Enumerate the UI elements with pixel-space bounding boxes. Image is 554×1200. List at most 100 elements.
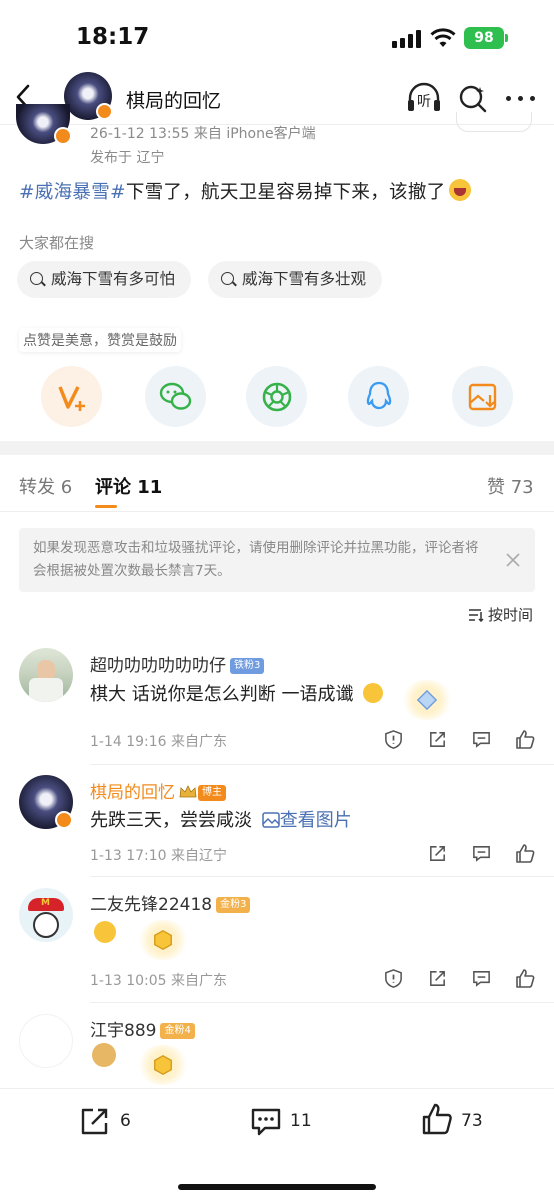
battery-indicator: 98 (464, 27, 504, 49)
tab-repost[interactable]: 转发 6 (19, 473, 72, 499)
repost-icon[interactable] (427, 968, 448, 989)
wechat-icon (159, 382, 192, 410)
comment-author[interactable]: 二友先锋22418 金粉3 (90, 890, 251, 915)
tabs-divider (0, 511, 554, 512)
share-tip: 点赞是美意，赞赏是鼓励 (19, 328, 181, 352)
listen-label: 听 (417, 94, 431, 110)
verified-badge-icon (55, 811, 73, 829)
comment-author[interactable]: 棋局的回忆 博主 (90, 778, 226, 803)
doge-emoji-icon (92, 1043, 116, 1067)
search-ai-icon[interactable] (458, 83, 488, 113)
post-location: 发布于 辽宁 (90, 150, 165, 166)
like-icon (422, 1103, 452, 1135)
more-menu-icon[interactable] (506, 96, 538, 102)
comment-meta: 1-14 19:16 来自广东 (90, 734, 228, 750)
verified-badge-icon (54, 127, 72, 145)
search-chip-label: 威海下雪有多可怕 (51, 270, 176, 288)
bottom-bar-divider (0, 1088, 554, 1089)
comment-divider (90, 764, 554, 765)
share-qq-button[interactable] (348, 366, 409, 427)
section-separator (0, 441, 554, 455)
tab-likes[interactable]: 赞 73 (487, 473, 534, 499)
like-icon[interactable] (514, 728, 536, 750)
save-image-button[interactable] (452, 366, 513, 427)
comment-notice: 如果发现恶意攻击和垃圾骚扰评论，请使用删除评论并拉黑功能，评论者将会根据被处置次… (19, 528, 535, 592)
cellular-signal-icon (392, 30, 422, 48)
laughing-emoji-icon (449, 179, 472, 201)
view-image-link[interactable]: 查看图片 (280, 810, 352, 831)
sort-by-time-button[interactable]: 按时间 (468, 604, 533, 625)
like-icon[interactable] (514, 967, 536, 989)
commenter-avatar[interactable] (19, 648, 73, 702)
tip-reward-button[interactable] (41, 366, 102, 427)
repost-icon[interactable] (427, 729, 448, 750)
gold-medal-sticker-icon (138, 1045, 188, 1085)
notice-text: 如果发现恶意攻击和垃圾骚扰评论，请使用删除评论并拉黑功能，评论者将会根据被处置次… (33, 540, 479, 579)
bottom-repost-button[interactable]: 6 (78, 1104, 158, 1140)
crown-icon (179, 785, 197, 798)
status-time: 18:17 (76, 24, 150, 50)
sort-label: 按时间 (488, 606, 534, 624)
repost-count: 6 (120, 1111, 131, 1131)
bottom-like-button[interactable]: 73 (420, 1102, 500, 1140)
battery-tip (505, 34, 508, 42)
nav-title[interactable]: 棋局的回忆 (126, 86, 221, 113)
wifi-icon (430, 28, 456, 47)
tab-comments[interactable]: 评论 11 (95, 473, 162, 499)
comment-author-name[interactable]: 二友先锋22418 (90, 895, 212, 915)
image-download-icon (468, 383, 497, 411)
qq-icon (366, 381, 392, 410)
blogger-badge: 博主 (198, 785, 226, 801)
repost-icon (81, 1108, 108, 1135)
fan-level-badge: 金粉4 (160, 1023, 195, 1039)
post-text: 下雪了，航天卫星容易掉下来，该撤了 (125, 182, 446, 203)
comment-author[interactable]: 江宇889 金粉4 (90, 1016, 195, 1041)
comment-author[interactable]: 超叻叻叻叻叻叻仔 铁粉3 (90, 651, 265, 676)
report-icon[interactable] (383, 729, 404, 750)
commenter-avatar[interactable]: M (19, 888, 73, 942)
comment-divider (90, 876, 554, 877)
sweat-emoji-icon (363, 683, 384, 703)
search-section-title: 大家都在搜 (19, 234, 95, 252)
listen-button[interactable]: 听 (406, 82, 442, 114)
follow-button-edge[interactable] (456, 112, 532, 132)
repost-icon[interactable] (427, 843, 448, 864)
search-icon (221, 272, 234, 285)
comment-author-name[interactable]: 超叻叻叻叻叻叻仔 (90, 656, 226, 676)
search-chip[interactable]: 威海下雪有多壮观 (208, 261, 383, 298)
comment-text: 先跌三天，尝尝咸淡 查看图片 (90, 806, 352, 832)
fan-level-badge: 金粉3 (216, 897, 251, 913)
post-hashtag[interactable]: #威海暴雪# (19, 182, 126, 203)
laugh-cry-emoji-icon (94, 921, 116, 943)
gold-medal-sticker-icon (138, 920, 188, 960)
report-icon[interactable] (383, 968, 404, 989)
home-indicator (178, 1184, 376, 1190)
comment-divider (90, 1002, 554, 1003)
bottom-comment-button[interactable]: 11 (249, 1104, 329, 1140)
comment-count: 11 (290, 1111, 312, 1131)
reply-icon[interactable] (471, 729, 492, 750)
share-wechat-button[interactable] (145, 366, 206, 427)
comment-text-content: 先跌三天，尝尝咸淡 (90, 810, 252, 831)
comment-text: 棋大 话说你是怎么判断 一语成谶 (90, 680, 384, 706)
v-plus-icon (58, 386, 85, 411)
moments-icon (262, 382, 292, 412)
comment-meta: 1-13 17:10 来自辽宁 (90, 848, 228, 864)
like-icon[interactable] (514, 842, 536, 864)
image-icon (261, 812, 280, 828)
diamond-sticker-icon (402, 680, 452, 720)
comment-icon (251, 1108, 281, 1136)
comment-author-name[interactable]: 棋局的回忆 (90, 783, 175, 803)
post-body: #威海暴雪#下雪了，航天卫星容易掉下来，该撤了 (19, 178, 472, 204)
search-chip[interactable]: 威海下雪有多可怕 (17, 261, 192, 298)
comment-meta: 1-13 10:05 来自广东 (90, 973, 228, 989)
reply-icon[interactable] (471, 968, 492, 989)
reply-icon[interactable] (471, 843, 492, 864)
commenter-avatar[interactable] (19, 1014, 73, 1068)
fan-level-badge: 铁粉3 (230, 658, 265, 674)
search-icon (30, 272, 43, 285)
close-notice-icon[interactable] (506, 553, 520, 567)
comment-author-name[interactable]: 江宇889 (90, 1021, 156, 1041)
share-moments-button[interactable] (246, 366, 307, 427)
verified-badge-icon (96, 103, 113, 120)
